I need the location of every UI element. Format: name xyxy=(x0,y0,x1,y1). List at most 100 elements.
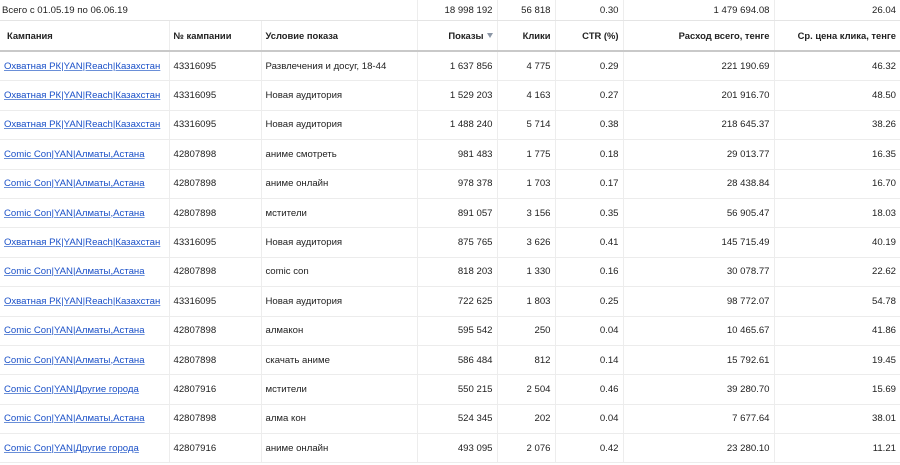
clicks-value: 3 626 xyxy=(497,227,556,258)
table-row: Comic Con|YAN|Алматы,Астана 42807898 алма … xyxy=(0,404,900,435)
clicks-value: 4 163 xyxy=(497,80,556,111)
campaign-link[interactable]: Comic Con|YAN|Алматы,Астана xyxy=(4,355,145,366)
column-header-condition-label: Условие показа xyxy=(265,30,339,41)
cpc-value: 41.86 xyxy=(774,316,900,346)
campaign-link[interactable]: Comic Con|YAN|Алматы,Астана xyxy=(4,208,145,219)
ctr-value: 0.04 xyxy=(555,316,624,346)
campaign-cell: Comic Con|YAN|Алматы,Астана xyxy=(0,345,170,376)
table-row: Comic Con|YAN|Другие города 42807916 мстит… xyxy=(0,374,900,405)
show-condition: мстители xyxy=(261,198,418,229)
spend-value: 56 905.47 xyxy=(623,198,775,229)
table-row: Comic Con|YAN|Алматы,Астана 42807898 аниме… xyxy=(0,139,900,170)
campaign-link[interactable]: Охватная РК|YAN|Reach|Казахстан xyxy=(4,119,160,130)
clicks-value: 812 xyxy=(497,345,556,376)
table-body: Охватная РК|YAN|Reach|Казахстан 43316095 Р… xyxy=(0,51,900,464)
campaign-link[interactable]: Comic Con|YAN|Алматы,Астана xyxy=(4,325,145,336)
shows-value: 818 203 xyxy=(417,257,498,288)
clicks-value: 1 330 xyxy=(497,257,556,288)
campaign-cell: Comic Con|YAN|Алматы,Астана xyxy=(0,257,170,288)
campaign-id: 42807898 xyxy=(169,198,262,229)
campaign-link[interactable]: Comic Con|YAN|Другие города xyxy=(4,384,139,395)
ctr-value: 0.29 xyxy=(555,51,624,82)
campaign-id: 42807898 xyxy=(169,169,262,199)
show-condition: Новая аудитория xyxy=(261,286,418,317)
column-header-spend[interactable]: Расход всего, тенге xyxy=(623,20,775,52)
ctr-value: 0.38 xyxy=(555,110,624,141)
shows-value: 1 637 856 xyxy=(417,51,498,82)
column-header-campaign-label: Кампания xyxy=(7,30,53,41)
column-header-clicks[interactable]: Клики xyxy=(497,20,556,52)
campaign-cell: Comic Con|YAN|Алматы,Астана xyxy=(0,139,170,170)
show-condition: аниме онлайн xyxy=(261,433,418,464)
spend-value: 15 792.61 xyxy=(623,345,775,376)
cpc-value: 38.01 xyxy=(774,404,900,435)
column-header-spend-label: Расход всего, тенге xyxy=(678,30,770,41)
cpc-value: 38.26 xyxy=(774,110,900,141)
column-header-ctr[interactable]: CTR (%) xyxy=(555,20,624,52)
shows-value: 586 484 xyxy=(417,345,498,376)
column-header-cpc[interactable]: Ср. цена клика, тенге xyxy=(774,20,900,52)
clicks-value: 5 714 xyxy=(497,110,556,141)
ctr-value: 0.25 xyxy=(555,286,624,317)
clicks-value: 1 775 xyxy=(497,139,556,170)
campaign-link[interactable]: Охватная РК|YAN|Reach|Казахстан xyxy=(4,90,160,101)
cpc-value: 46.32 xyxy=(774,51,900,82)
shows-value: 978 378 xyxy=(417,169,498,199)
campaign-id: 42807898 xyxy=(169,316,262,346)
show-condition: Новая аудитория xyxy=(261,227,418,258)
shows-value: 550 215 xyxy=(417,374,498,405)
shows-value: 493 095 xyxy=(417,433,498,464)
column-header-campaign[interactable]: Кампания xyxy=(0,20,170,52)
campaign-id: 43316095 xyxy=(169,51,262,82)
cpc-value: 18.03 xyxy=(774,198,900,229)
show-condition: мстители xyxy=(261,374,418,405)
campaign-id: 42807898 xyxy=(169,139,262,170)
campaign-cell: Охватная РК|YAN|Reach|Казахстан xyxy=(0,110,170,141)
campaign-link[interactable]: Comic Con|YAN|Алматы,Астана xyxy=(4,266,145,277)
column-header-shows[interactable]: Показы xyxy=(417,20,498,52)
shows-value: 891 057 xyxy=(417,198,498,229)
totals-period-label: Всего с 01.05.19 по 06.06.19 xyxy=(0,0,418,21)
ctr-value: 0.18 xyxy=(555,139,624,170)
statistics-table: Всего с 01.05.19 по 06.06.19 18 998 192 … xyxy=(0,0,900,464)
show-condition: Новая аудитория xyxy=(261,80,418,111)
show-condition: алмакон xyxy=(261,316,418,346)
column-header-condition[interactable]: Условие показа xyxy=(261,20,418,52)
table-row: Comic Con|YAN|Алматы,Астана 42807898 мстит… xyxy=(0,198,900,229)
cpc-value: 54.78 xyxy=(774,286,900,317)
show-condition: аниме онлайн xyxy=(261,169,418,199)
ctr-value: 0.27 xyxy=(555,80,624,111)
clicks-value: 202 xyxy=(497,404,556,435)
clicks-value: 250 xyxy=(497,316,556,346)
cpc-value: 22.62 xyxy=(774,257,900,288)
campaign-cell: Охватная РК|YAN|Reach|Казахстан xyxy=(0,51,170,82)
ctr-value: 0.46 xyxy=(555,374,624,405)
campaign-link[interactable]: Comic Con|YAN|Алматы,Астана xyxy=(4,149,145,160)
campaign-id: 42807898 xyxy=(169,404,262,435)
table-row: Охватная РК|YAN|Reach|Казахстан 43316095 Н… xyxy=(0,80,900,111)
spend-value: 221 190.69 xyxy=(623,51,775,82)
ctr-value: 0.41 xyxy=(555,227,624,258)
campaign-link[interactable]: Comic Con|YAN|Другие города xyxy=(4,443,139,454)
campaign-id: 43316095 xyxy=(169,80,262,111)
shows-value: 875 765 xyxy=(417,227,498,258)
show-condition: аниме смотреть xyxy=(261,139,418,170)
sort-down-triangle-icon xyxy=(486,33,493,38)
cpc-value: 19.45 xyxy=(774,345,900,376)
totals-spend: 1 479 694.08 xyxy=(623,0,775,21)
column-header-campaign-id[interactable]: № кампании xyxy=(169,20,262,52)
totals-row: Всего с 01.05.19 по 06.06.19 18 998 192 … xyxy=(0,0,900,21)
column-header-shows-label: Показы xyxy=(448,30,484,41)
campaign-link[interactable]: Comic Con|YAN|Алматы,Астана xyxy=(4,413,145,424)
show-condition: Развлечения и досуг, 18-44 xyxy=(261,51,418,82)
campaign-link[interactable]: Охватная РК|YAN|Reach|Казахстан xyxy=(4,61,160,72)
cpc-value: 15.69 xyxy=(774,374,900,405)
spend-value: 10 465.67 xyxy=(623,316,775,346)
spend-value: 28 438.84 xyxy=(623,169,775,199)
spend-value: 30 078.77 xyxy=(623,257,775,288)
campaign-link[interactable]: Comic Con|YAN|Алматы,Астана xyxy=(4,178,145,189)
shows-value: 722 625 xyxy=(417,286,498,317)
campaign-cell: Comic Con|YAN|Другие города xyxy=(0,433,170,464)
campaign-link[interactable]: Охватная РК|YAN|Reach|Казахстан xyxy=(4,237,160,248)
campaign-link[interactable]: Охватная РК|YAN|Reach|Казахстан xyxy=(4,296,160,307)
